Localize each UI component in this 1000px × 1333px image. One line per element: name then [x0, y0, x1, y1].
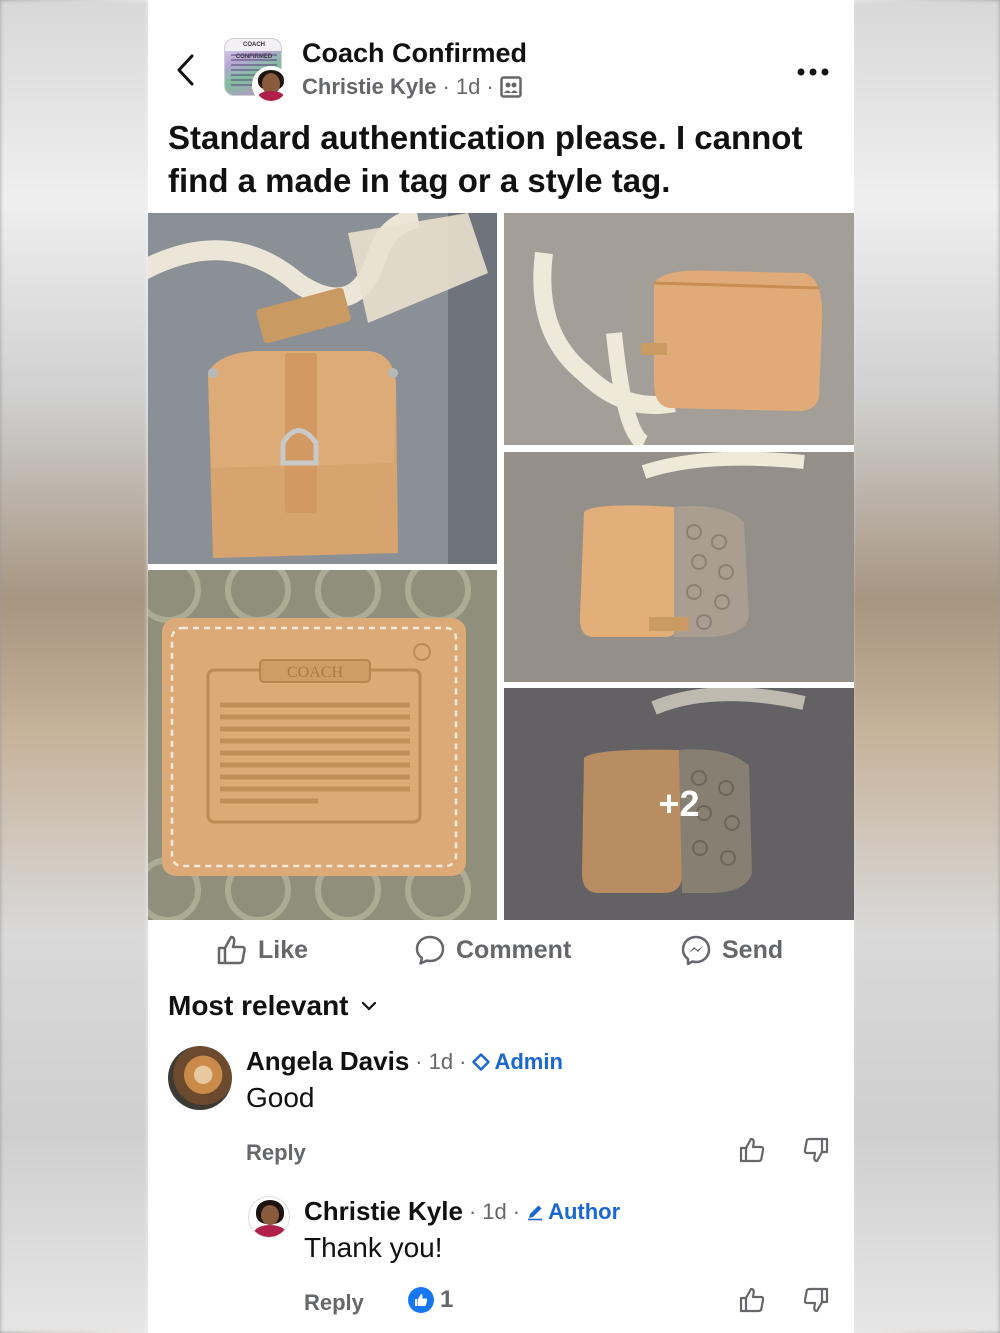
like-reaction-icon [408, 1287, 434, 1313]
sort-label: Most relevant [168, 990, 349, 1021]
commenter-name[interactable]: Angela Davis [246, 1046, 409, 1077]
upvote-icon[interactable] [738, 1136, 766, 1164]
badge-separator: · [512, 1198, 521, 1224]
avatar[interactable] [168, 1046, 232, 1110]
post-text: Standard authentication please. I cannot… [168, 119, 803, 199]
post-actions: Like Comment Send [148, 928, 854, 978]
comment-button[interactable]: Comment [414, 934, 571, 966]
commenter-name[interactable]: Christie Kyle [304, 1196, 463, 1227]
admin-badge-label: Admin [494, 1048, 563, 1074]
more-options-button[interactable] [796, 58, 830, 78]
poster-avatar[interactable] [252, 66, 290, 104]
reply-button[interactable]: Reply [246, 1140, 306, 1166]
upvote-icon[interactable] [738, 1286, 766, 1314]
chevron-left-icon [177, 54, 194, 86]
group-avatar-caption: COACH CONFIRMED [225, 39, 281, 60]
comment-bubble-icon [415, 935, 445, 965]
group-members-icon [499, 76, 522, 98]
photo-bag-interior[interactable] [504, 452, 854, 682]
photo-grid: COACH +2 [148, 213, 854, 920]
comment-header: Angela Davis · 1d · Admin [246, 1046, 563, 1077]
photo-bag-front[interactable] [148, 213, 497, 564]
photo-bag-interior-image [504, 452, 854, 682]
post-meta: Christie Kyle · 1d · [302, 74, 522, 100]
like-button[interactable]: Like [216, 934, 308, 966]
thumbs-up-icon [415, 1294, 428, 1306]
thumbs-up-icon [217, 935, 246, 965]
background-blur-left [0, 0, 148, 1333]
comment-header: Christie Kyle · 1d · Author [304, 1196, 620, 1227]
comment-time[interactable]: 1d [429, 1049, 453, 1075]
post-time[interactable]: 1d [456, 74, 480, 100]
downvote-icon[interactable] [802, 1286, 830, 1314]
admin-badge: Admin [472, 1048, 563, 1075]
admin-diamond-icon [472, 1052, 491, 1071]
author-badge: Author [526, 1199, 620, 1225]
comment-time[interactable]: 1d [482, 1199, 506, 1225]
like-label: Like [258, 935, 309, 964]
avatar[interactable] [248, 1196, 290, 1238]
reply-button[interactable]: Reply [304, 1290, 364, 1316]
comment-sort-dropdown[interactable]: Most relevant [168, 990, 377, 1022]
photo-bag-back[interactable] [504, 213, 854, 445]
creed-patch-title: COACH [287, 664, 343, 681]
photo-more[interactable]: +2 [504, 688, 854, 920]
send-label: Send [722, 935, 784, 964]
group-name[interactable]: Coach Confirmed [302, 38, 527, 69]
separator-dot: · [442, 74, 450, 99]
chevron-down-icon [361, 1001, 376, 1011]
reaction-count-value: 1 [440, 1286, 454, 1313]
separator-dot: · [486, 74, 494, 99]
photo-bag-back-image [504, 213, 854, 445]
photo-creed-patch[interactable]: COACH [148, 570, 497, 920]
background-blur-right [852, 0, 1000, 1333]
comment-time-separator: · [468, 1198, 477, 1224]
send-button[interactable]: Send [680, 934, 783, 966]
photo-creed-patch-image: COACH [148, 570, 497, 920]
comment-text: Good [246, 1082, 315, 1113]
downvote-icon[interactable] [802, 1136, 830, 1164]
badge-separator: · [459, 1048, 467, 1074]
back-button[interactable] [170, 50, 200, 90]
more-photos-count: +2 [504, 688, 854, 920]
comment-label: Comment [456, 935, 572, 964]
comment-text: Thank you! [304, 1232, 443, 1263]
ellipsis-icon [797, 68, 829, 76]
comment-time-separator: · [415, 1048, 423, 1074]
photo-bag-front-image [148, 213, 497, 564]
post-card: COACH CONFIRMED Coach Confirmed Christie… [148, 0, 854, 1333]
messenger-icon [681, 935, 711, 966]
post-author[interactable]: Christie Kyle [302, 74, 437, 100]
reaction-count[interactable]: 1 [408, 1286, 453, 1314]
author-badge-label: Author [548, 1198, 621, 1224]
post-header: COACH CONFIRMED Coach Confirmed Christie… [148, 34, 854, 104]
pencil-icon [528, 1205, 543, 1220]
